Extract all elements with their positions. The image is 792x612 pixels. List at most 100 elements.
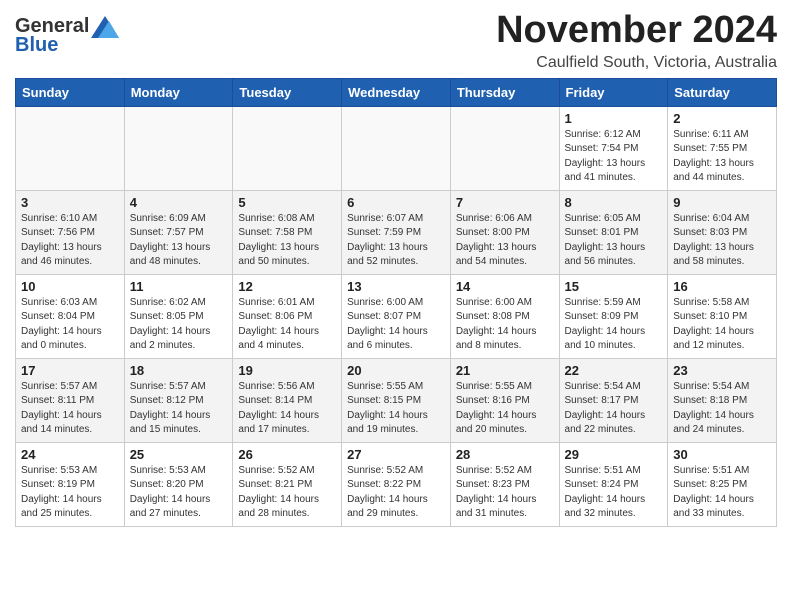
day-number: 8 (565, 195, 663, 210)
day-info: Sunrise: 6:01 AMSunset: 8:06 PMDaylight:… (238, 296, 336, 354)
calendar-cell: 26 Sunrise: 5:52 AMSunset: 8:21 PMDayligh… (233, 442, 342, 526)
day-info: Sunrise: 5:54 AMSunset: 8:18 PMDaylight:… (673, 380, 771, 438)
weekday-header-thursday: Thursday (450, 78, 559, 106)
day-info: Sunrise: 5:55 AMSunset: 8:16 PMDaylight:… (456, 380, 554, 438)
weekday-header-sunday: Sunday (16, 78, 125, 106)
day-info: Sunrise: 5:51 AMSunset: 8:25 PMDaylight:… (673, 464, 771, 522)
calendar-cell: 5Sunrise: 6:08 AMSunset: 7:58 PMDaylight… (233, 190, 342, 274)
calendar-cell (233, 106, 342, 190)
calendar-cell: 4 Sunrise: 6:09 AMSunset: 7:57 PMDaylight… (124, 190, 233, 274)
calendar-cell (450, 106, 559, 190)
day-number: 28 (456, 447, 554, 462)
header: General Blue November 2024 Caulfield Sou… (15, 10, 777, 72)
day-number: 4 (130, 195, 228, 210)
location-title: Caulfield South, Victoria, Australia (496, 54, 777, 72)
day-info: Sunrise: 6:12 AMSunset: 7:54 PMDaylight:… (565, 128, 663, 186)
calendar-cell: 21 Sunrise: 5:55 AMSunset: 8:16 PMDayligh… (450, 358, 559, 442)
day-number: 5 (238, 195, 336, 210)
day-number: 21 (456, 363, 554, 378)
weekday-header-wednesday: Wednesday (342, 78, 451, 106)
day-number: 24 (21, 447, 119, 462)
calendar-cell: 27 Sunrise: 5:52 AMSunset: 8:22 PMDayligh… (342, 442, 451, 526)
day-info: Sunrise: 5:56 AMSunset: 8:14 PMDaylight:… (238, 380, 336, 438)
calendar-cell: 23 Sunrise: 5:54 AMSunset: 8:18 PMDayligh… (668, 358, 777, 442)
day-number: 27 (347, 447, 445, 462)
calendar-cell: 12 Sunrise: 6:01 AMSunset: 8:06 PMDayligh… (233, 274, 342, 358)
day-info: Sunrise: 5:52 AMSunset: 8:22 PMDaylight:… (347, 464, 445, 522)
calendar-week-2: 3Sunrise: 6:10 AMSunset: 7:56 PMDaylight… (16, 190, 777, 274)
logo-icon (91, 16, 119, 38)
calendar-cell: 17 Sunrise: 5:57 AMSunset: 8:11 PMDayligh… (16, 358, 125, 442)
day-number: 10 (21, 279, 119, 294)
day-number: 23 (673, 363, 771, 378)
day-number: 9 (673, 195, 771, 210)
day-number: 20 (347, 363, 445, 378)
day-info: Sunrise: 6:09 AMSunset: 7:57 PMDaylight:… (130, 212, 228, 270)
day-number: 11 (130, 279, 228, 294)
calendar-cell: 24 Sunrise: 5:53 AMSunset: 8:19 PMDayligh… (16, 442, 125, 526)
calendar-week-5: 24 Sunrise: 5:53 AMSunset: 8:19 PMDayligh… (16, 442, 777, 526)
calendar-cell: 9 Sunrise: 6:04 AMSunset: 8:03 PMDaylight… (668, 190, 777, 274)
day-number: 25 (130, 447, 228, 462)
day-number: 16 (673, 279, 771, 294)
day-info: Sunrise: 6:05 AMSunset: 8:01 PMDaylight:… (565, 212, 663, 270)
day-info: Sunrise: 6:07 AMSunset: 7:59 PMDaylight:… (347, 212, 445, 270)
day-info: Sunrise: 6:11 AMSunset: 7:55 PMDaylight:… (673, 128, 771, 186)
day-info: Sunrise: 6:04 AMSunset: 8:03 PMDaylight:… (673, 212, 771, 270)
calendar-week-1: 1 Sunrise: 6:12 AMSunset: 7:54 PMDaylight… (16, 106, 777, 190)
calendar-cell: 19 Sunrise: 5:56 AMSunset: 8:14 PMDayligh… (233, 358, 342, 442)
day-info: Sunrise: 5:54 AMSunset: 8:17 PMDaylight:… (565, 380, 663, 438)
calendar-cell (124, 106, 233, 190)
calendar-cell: 1 Sunrise: 6:12 AMSunset: 7:54 PMDaylight… (559, 106, 668, 190)
day-info: Sunrise: 5:52 AMSunset: 8:23 PMDaylight:… (456, 464, 554, 522)
calendar-cell (16, 106, 125, 190)
calendar-cell (342, 106, 451, 190)
day-info: Sunrise: 6:00 AMSunset: 8:07 PMDaylight:… (347, 296, 445, 354)
weekday-header-tuesday: Tuesday (233, 78, 342, 106)
day-number: 6 (347, 195, 445, 210)
calendar-cell: 10 Sunrise: 6:03 AMSunset: 8:04 PMDayligh… (16, 274, 125, 358)
day-number: 1 (565, 111, 663, 126)
calendar-cell: 13 Sunrise: 6:00 AMSunset: 8:07 PMDayligh… (342, 274, 451, 358)
day-number: 2 (673, 111, 771, 126)
calendar-cell: 2 Sunrise: 6:11 AMSunset: 7:55 PMDaylight… (668, 106, 777, 190)
day-info: Sunrise: 5:53 AMSunset: 8:19 PMDaylight:… (21, 464, 119, 522)
day-number: 26 (238, 447, 336, 462)
calendar-header-row: SundayMondayTuesdayWednesdayThursdayFrid… (16, 78, 777, 106)
day-info: Sunrise: 5:53 AMSunset: 8:20 PMDaylight:… (130, 464, 228, 522)
day-number: 14 (456, 279, 554, 294)
calendar-cell: 20 Sunrise: 5:55 AMSunset: 8:15 PMDayligh… (342, 358, 451, 442)
weekday-header-saturday: Saturday (668, 78, 777, 106)
calendar-cell: 16Sunrise: 5:58 AMSunset: 8:10 PMDayligh… (668, 274, 777, 358)
weekday-header-monday: Monday (124, 78, 233, 106)
calendar-cell: 25 Sunrise: 5:53 AMSunset: 8:20 PMDayligh… (124, 442, 233, 526)
calendar-cell: 8 Sunrise: 6:05 AMSunset: 8:01 PMDaylight… (559, 190, 668, 274)
day-number: 30 (673, 447, 771, 462)
day-info: Sunrise: 5:57 AMSunset: 8:12 PMDaylight:… (130, 380, 228, 438)
calendar-cell: 14Sunrise: 6:00 AMSunset: 8:08 PMDayligh… (450, 274, 559, 358)
day-info: Sunrise: 5:52 AMSunset: 8:21 PMDaylight:… (238, 464, 336, 522)
calendar: SundayMondayTuesdayWednesdayThursdayFrid… (15, 78, 777, 527)
day-info: Sunrise: 5:55 AMSunset: 8:15 PMDaylight:… (347, 380, 445, 438)
day-number: 12 (238, 279, 336, 294)
day-number: 29 (565, 447, 663, 462)
day-info: Sunrise: 6:03 AMSunset: 8:04 PMDaylight:… (21, 296, 119, 354)
day-info: Sunrise: 6:02 AMSunset: 8:05 PMDaylight:… (130, 296, 228, 354)
title-block: November 2024 Caulfield South, Victoria,… (496, 10, 777, 72)
day-number: 15 (565, 279, 663, 294)
calendar-cell: 3Sunrise: 6:10 AMSunset: 7:56 PMDaylight… (16, 190, 125, 274)
calendar-cell: 22Sunrise: 5:54 AMSunset: 8:17 PMDayligh… (559, 358, 668, 442)
calendar-cell: 11 Sunrise: 6:02 AMSunset: 8:05 PMDayligh… (124, 274, 233, 358)
day-number: 18 (130, 363, 228, 378)
day-number: 19 (238, 363, 336, 378)
page: General Blue November 2024 Caulfield Sou… (0, 0, 792, 542)
day-info: Sunrise: 5:57 AMSunset: 8:11 PMDaylight:… (21, 380, 119, 438)
day-number: 17 (21, 363, 119, 378)
day-number: 3 (21, 195, 119, 210)
calendar-week-3: 10 Sunrise: 6:03 AMSunset: 8:04 PMDayligh… (16, 274, 777, 358)
calendar-cell: 29Sunrise: 5:51 AMSunset: 8:24 PMDayligh… (559, 442, 668, 526)
day-number: 13 (347, 279, 445, 294)
calendar-cell: 28 Sunrise: 5:52 AMSunset: 8:23 PMDayligh… (450, 442, 559, 526)
calendar-cell: 30 Sunrise: 5:51 AMSunset: 8:25 PMDayligh… (668, 442, 777, 526)
day-info: Sunrise: 5:59 AMSunset: 8:09 PMDaylight:… (565, 296, 663, 354)
